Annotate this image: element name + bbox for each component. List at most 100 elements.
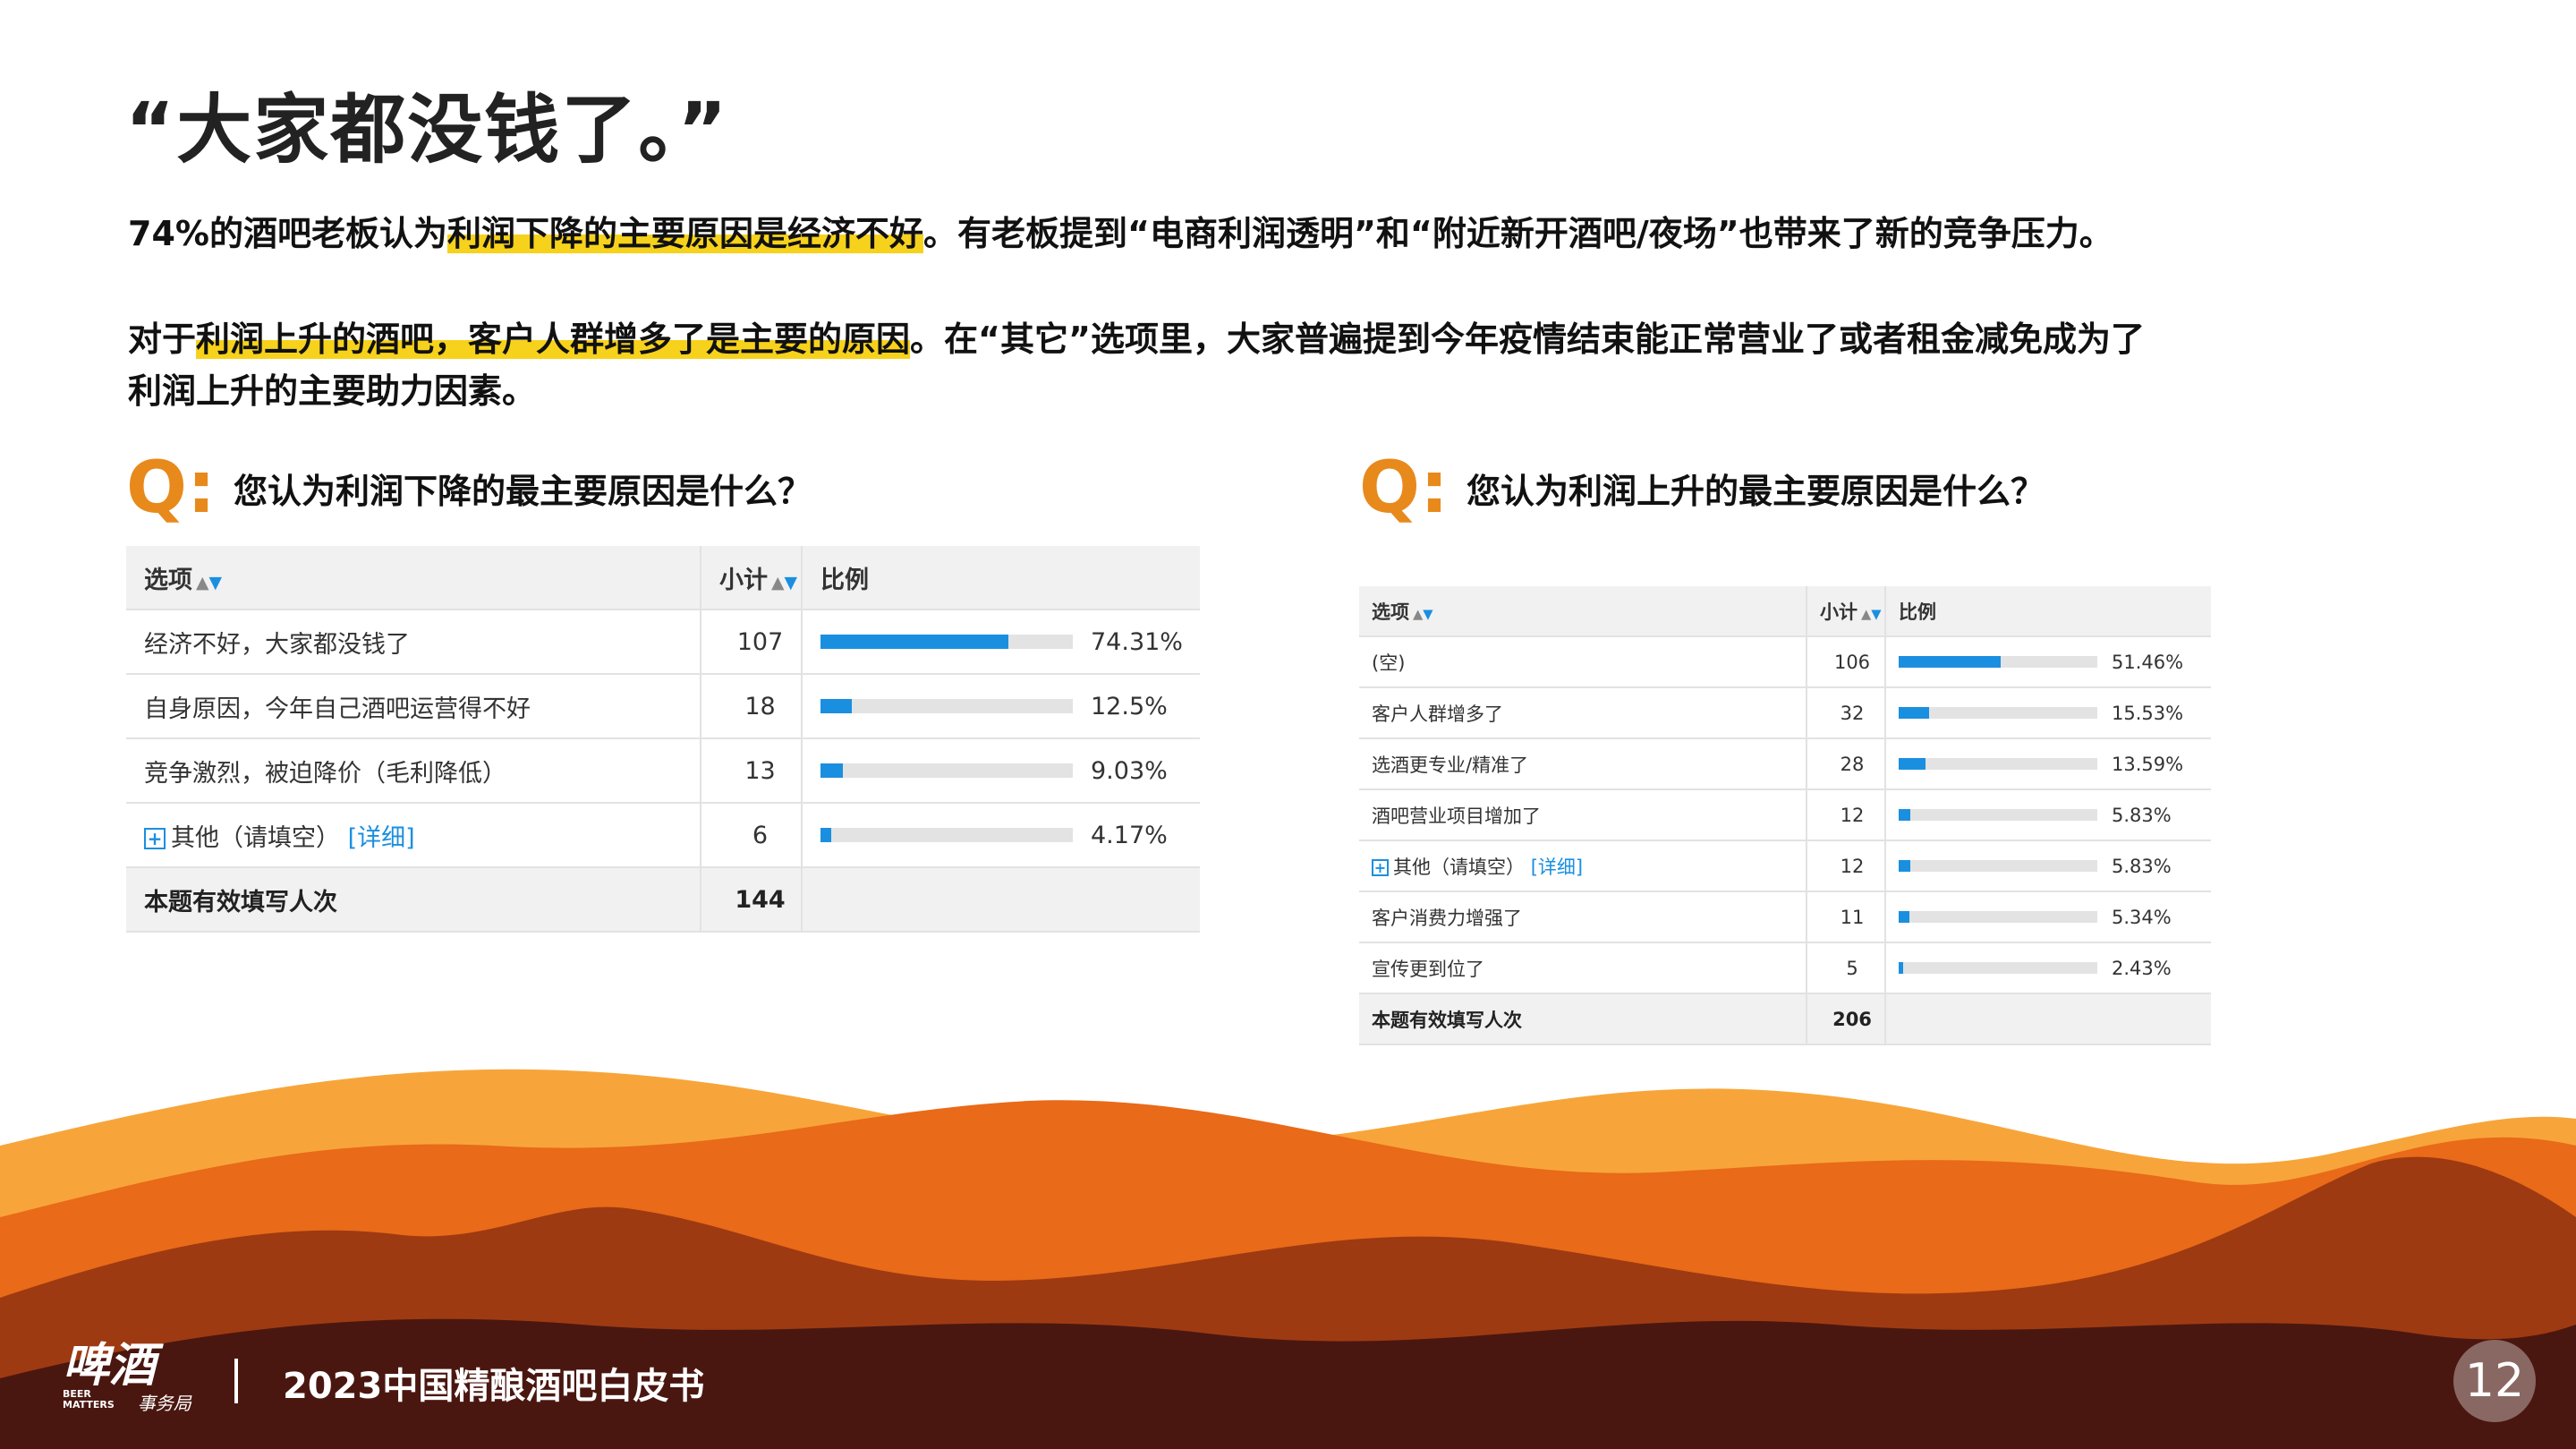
ratio-bar-fill <box>820 763 843 778</box>
ratio-bar-fill <box>1899 911 1909 923</box>
para2-text: 对于 <box>128 320 196 359</box>
option-label: 宣传更到位了 <box>1359 942 1807 993</box>
ratio-bar <box>1899 707 2097 719</box>
survey-table-decline: 选项▲▼ 小计▲▼ 比例 经济不好，大家都没钱了 107 74.31% 自身原因… <box>126 546 1200 933</box>
total-count: 144 <box>701 867 802 932</box>
ratio-bar <box>1899 758 2097 770</box>
ratio-percent: 5.83% <box>2112 856 2172 877</box>
survey-table-increase: 选项▲▼ 小计▲▼ 比例 (空) 106 51.46% 客户人群增多了 32 1… <box>1359 586 2211 1045</box>
ratio-bar-fill <box>820 828 831 842</box>
ratio-percent: 9.03% <box>1091 757 1168 785</box>
plus-box-icon[interactable]: + <box>144 828 166 849</box>
paragraph-profit-increase: 对于利润上升的酒吧，客户人群增多了是主要的原因。在“其它”选项里，大家普遍提到今… <box>128 313 2365 417</box>
ratio-bar-fill <box>1899 758 1926 770</box>
sort-arrows-icon[interactable]: ▲▼ <box>1413 607 1433 622</box>
brand-logo: 啤酒 BEER MATTERS 事务局 <box>63 1342 191 1415</box>
total-label: 本题有效填写人次 <box>1359 993 1807 1044</box>
para2-text-end: 。在“其它”选项里，大家普遍提到今年疫情结束能正常营业了或者租金减免成为了 <box>910 320 2145 359</box>
table-row: 客户消费力增强了 11 5.34% <box>1359 891 2211 942</box>
question-1-text: 您认为利润下降的最主要原因是什么？ <box>234 464 812 513</box>
option-count: 12 <box>1807 840 1885 891</box>
ratio-bar <box>820 635 1073 649</box>
report-title: 2023中国精酿酒吧白皮书 <box>283 1357 704 1409</box>
page-title: “大家都没钱了。” <box>125 70 728 178</box>
para1-highlight: 利润下降的主要原因是经济不好 <box>447 214 923 253</box>
ratio-bar <box>1899 860 2097 872</box>
column-header-count[interactable]: 小计▲▼ <box>701 546 802 609</box>
para1-text-end: 。有老板提到“电商利润透明”和“附近新开酒吧/夜场”也带来了新的竞争压力。 <box>923 214 2113 253</box>
ratio-percent: 2.43% <box>2112 958 2172 979</box>
ratio-bar-fill <box>1899 656 2001 668</box>
ratio-percent: 4.17% <box>1091 822 1168 849</box>
ratio-bar <box>1899 911 2097 923</box>
ratio-percent: 12.5% <box>1091 693 1168 720</box>
table-row: +其他（请填空） [详细] 6 4.17% <box>126 803 1200 867</box>
sort-arrows-icon[interactable]: ▲▼ <box>196 573 222 592</box>
table-row: 宣传更到位了 5 2.43% <box>1359 942 2211 993</box>
table-row: 自身原因，今年自己酒吧运营得不好 18 12.5% <box>126 674 1200 738</box>
option-count: 13 <box>701 738 802 803</box>
ratio-bar <box>1899 809 2097 821</box>
table-row: (空) 106 51.46% <box>1359 636 2211 687</box>
q-mark: Q <box>1359 452 1420 524</box>
option-label: 经济不好，大家都没钱了 <box>126 609 701 674</box>
question-2-heading: Q : 您认为利润上升的最主要原因是什么？ <box>1359 452 2045 524</box>
sort-arrows-icon[interactable]: ▲▼ <box>771 573 797 592</box>
paragraph-profit-decline: 74%的酒吧老板认为利润下降的主要原因是经济不好。有老板提到“电商利润透明”和“… <box>128 208 2365 260</box>
ratio-bar-fill <box>1899 962 1903 974</box>
column-header-option[interactable]: 选项▲▼ <box>126 546 701 609</box>
ratio-bar-fill <box>1899 860 1910 872</box>
option-count: 28 <box>1807 738 1885 789</box>
page-number: 12 <box>2453 1340 2536 1422</box>
ratio-percent: 13.59% <box>2112 754 2183 775</box>
ratio-bar-fill <box>1899 707 1929 719</box>
question-2-text: 您认为利润上升的最主要原因是什么？ <box>1467 464 2045 513</box>
para1-text: 74%的酒吧老板认为 <box>128 214 447 253</box>
ratio-bar <box>1899 962 2097 974</box>
option-label: 自身原因，今年自己酒吧运营得不好 <box>126 674 701 738</box>
ratio-percent: 5.83% <box>2112 805 2172 826</box>
ratio-bar <box>820 763 1073 778</box>
sort-arrows-icon[interactable]: ▲▼ <box>1861 607 1882 622</box>
column-header-count[interactable]: 小计▲▼ <box>1807 586 1885 636</box>
ratio-bar <box>820 699 1073 713</box>
option-count: 106 <box>1807 636 1885 687</box>
option-count: 32 <box>1807 687 1885 738</box>
table-total-row: 本题有效填写人次 206 <box>1359 993 2211 1044</box>
table-row: +其他（请填空） [详细] 12 5.83% <box>1359 840 2211 891</box>
option-label: 客户人群增多了 <box>1359 687 1807 738</box>
question-1-heading: Q : 您认为利润下降的最主要原因是什么？ <box>126 452 812 524</box>
q-colon: : <box>1420 452 1449 524</box>
footer-separator <box>234 1359 238 1403</box>
ratio-bar <box>820 828 1073 842</box>
total-label: 本题有效填写人次 <box>126 867 701 932</box>
column-header-option[interactable]: 选项▲▼ <box>1359 586 1807 636</box>
ratio-percent: 51.46% <box>2112 652 2183 673</box>
option-label: 客户消费力增强了 <box>1359 891 1807 942</box>
ratio-bar-fill <box>1899 809 1910 821</box>
ratio-percent: 15.53% <box>2112 703 2183 724</box>
option-label: 选酒更专业/精准了 <box>1359 738 1807 789</box>
ratio-percent: 74.31% <box>1091 628 1183 656</box>
ratio-percent: 5.34% <box>2112 907 2172 928</box>
detail-link[interactable]: [详细] <box>348 824 415 852</box>
para2-text-line2: 利润上升的主要助力因素。 <box>128 371 536 411</box>
ratio-bar-fill <box>820 635 1008 649</box>
table-row: 竞争激烈，被迫降价（毛利降低） 13 9.03% <box>126 738 1200 803</box>
detail-link[interactable]: [详细] <box>1531 857 1583 878</box>
table-total-row: 本题有效填写人次 144 <box>126 867 1200 932</box>
option-label: 酒吧营业项目增加了 <box>1359 789 1807 840</box>
option-count: 12 <box>1807 789 1885 840</box>
option-count: 11 <box>1807 891 1885 942</box>
option-label: (空) <box>1359 636 1807 687</box>
option-label-other: +其他（请填空） [详细] <box>1359 840 1807 891</box>
plus-box-icon[interactable]: + <box>1372 859 1389 876</box>
table-row: 经济不好，大家都没钱了 107 74.31% <box>126 609 1200 674</box>
ratio-bar <box>1899 656 2097 668</box>
column-header-ratio: 比例 <box>802 546 1200 609</box>
q-colon: : <box>187 452 216 524</box>
option-count: 18 <box>701 674 802 738</box>
option-count: 5 <box>1807 942 1885 993</box>
para2-highlight: 利润上升的酒吧，客户人群增多了是主要的原因 <box>196 320 910 359</box>
option-count: 107 <box>701 609 802 674</box>
